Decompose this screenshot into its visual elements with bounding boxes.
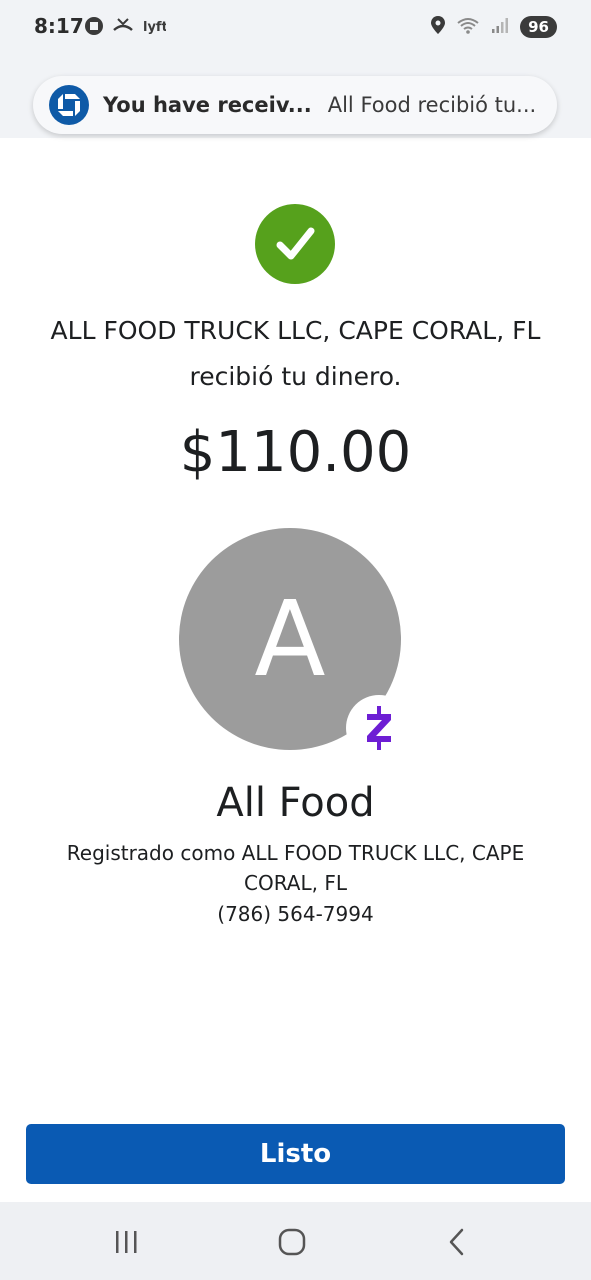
home-icon[interactable] xyxy=(272,1224,312,1260)
payment-amount: $110.00 xyxy=(179,420,412,485)
wifi-icon xyxy=(456,15,480,39)
chase-app-icon xyxy=(49,85,89,125)
status-bar: 8:17 lyft 96 xyxy=(0,0,591,56)
recent-apps-icon[interactable] xyxy=(106,1224,146,1260)
location-icon xyxy=(430,15,446,39)
success-check-icon xyxy=(255,204,335,284)
zelle-icon xyxy=(346,695,412,761)
missed-call-icon xyxy=(112,16,134,40)
status-time: 8:17 xyxy=(34,14,84,38)
chase-icon xyxy=(84,16,104,40)
status-right-icons: 96 xyxy=(430,15,557,39)
recipient-name: All Food xyxy=(216,780,375,826)
status-left-icons: lyft xyxy=(84,16,168,40)
lyft-icon: lyft xyxy=(142,16,168,40)
avatar-letter: A xyxy=(254,578,326,700)
done-button[interactable]: Listo xyxy=(26,1124,565,1184)
registered-as: Registrado como ALL FOOD TRUCK LLC, CAPE… xyxy=(66,841,525,895)
navigation-bar xyxy=(0,1202,591,1280)
notification-body: All Food recibió tu... xyxy=(327,93,537,117)
notification-banner[interactable]: You have receiv... All Food recibió tu..… xyxy=(33,76,557,134)
svg-text:lyft: lyft xyxy=(143,20,166,35)
back-icon[interactable] xyxy=(437,1224,477,1260)
signal-icon xyxy=(490,15,510,39)
battery-badge: 96 xyxy=(520,16,557,38)
recipient-phone: (786) 564-7994 xyxy=(217,902,374,926)
notification-title: You have receiv... xyxy=(103,93,312,117)
confirmation-message: ALL FOOD TRUCK LLC, CAPE CORAL, FL recib… xyxy=(50,316,541,391)
